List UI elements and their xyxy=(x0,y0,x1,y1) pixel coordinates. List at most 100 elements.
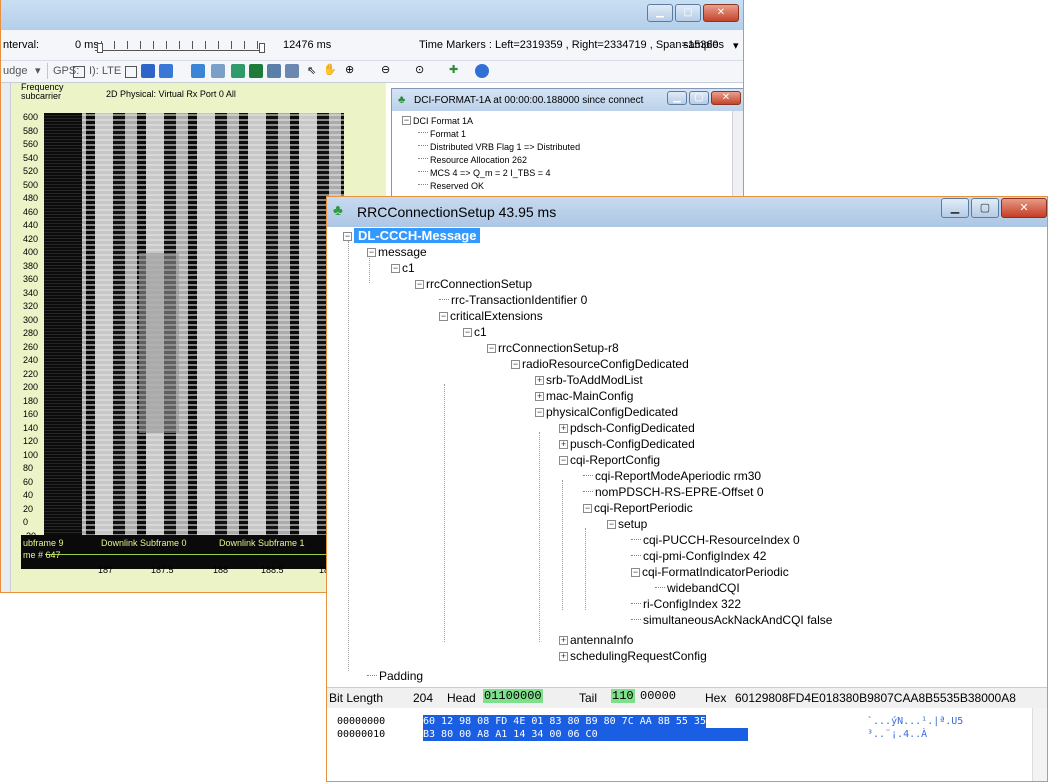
maximize-button[interactable]: ▢ xyxy=(971,198,999,218)
map-icon[interactable] xyxy=(249,64,263,78)
tree-root[interactable]: − DL-CCCH-Message xyxy=(343,228,481,244)
tree-node-message[interactable]: − message xyxy=(367,244,427,260)
scatter-icon[interactable] xyxy=(211,64,225,78)
marker-icon[interactable]: ✚ xyxy=(449,63,458,76)
hex-row[interactable]: 00000000 xyxy=(337,715,385,728)
tree-leaf-wideband[interactable]: widebandCQI xyxy=(655,580,740,596)
interval-slider-left-thumb[interactable] xyxy=(97,43,103,53)
interval-slider[interactable] xyxy=(95,50,263,51)
lte-checkbox[interactable] xyxy=(125,66,137,78)
pan-icon[interactable]: ✋ xyxy=(323,63,337,76)
tree-node-format-indicator[interactable]: − cqi-FormatIndicatorPeriodic xyxy=(631,564,789,580)
tree-leaf-transaction-id[interactable]: rrc-TransactionIdentifier 0 xyxy=(439,292,587,308)
collapse-icon[interactable]: − xyxy=(367,248,376,257)
maximize-button[interactable]: ▢ xyxy=(675,4,701,22)
dci-window[interactable]: ♣ DCI-FORMAT-1A at 00:00:00.188000 since… xyxy=(391,88,743,208)
tree-node-pdsch[interactable]: + pdsch-ConfigDedicated xyxy=(559,420,695,436)
dci-scrollbar[interactable] xyxy=(732,111,743,207)
tree-leaf-cqi-aperiodic[interactable]: cqi-ReportModeAperiodic rm30 xyxy=(583,468,761,484)
list-item[interactable]: Resource Allocation 262 xyxy=(418,155,527,165)
tree-node-cqi-periodic[interactable]: − cqi-ReportPeriodic xyxy=(583,500,693,516)
close-button[interactable]: ✕ xyxy=(1001,198,1047,218)
list-item[interactable]: Reserved OK xyxy=(418,181,484,191)
tree-node-rrcconnectionsetup[interactable]: − rrcConnectionSetup xyxy=(415,276,532,292)
collapse-icon[interactable]: − xyxy=(463,328,472,337)
spectrum-icon[interactable] xyxy=(231,64,245,78)
hex-bytes[interactable]: B3 80 00 A8 A1 14 34 00 06 C0 xyxy=(423,728,748,741)
expand-icon[interactable]: + xyxy=(559,424,568,433)
y-tick-label: 300 xyxy=(23,314,39,325)
layout-tiles-icon[interactable] xyxy=(285,64,299,78)
collapse-icon[interactable]: − xyxy=(607,520,616,529)
expand-icon[interactable]: + xyxy=(535,392,544,401)
nudge-label[interactable]: udge xyxy=(3,65,27,77)
help-icon[interactable] xyxy=(475,64,489,78)
bar-chart-icon[interactable] xyxy=(191,64,205,78)
tree-leaf-simultaneous[interactable]: simultaneousAckNackAndCQI false xyxy=(631,612,832,628)
expand-icon[interactable]: + xyxy=(559,652,568,661)
pointer-icon[interactable]: ⇖ xyxy=(307,64,316,77)
hex-ascii[interactable]: `...ýN...¹.|ª.U5 xyxy=(867,715,963,728)
tree-leaf-pucch-index[interactable]: cqi-PUCCH-ResourceIndex 0 xyxy=(631,532,800,548)
subframe-label-0: Downlink Subframe 0 xyxy=(101,538,187,548)
tree-node[interactable]: − DCI Format 1A xyxy=(402,116,473,126)
rrc-window[interactable]: ♣ RRCConnectionSetup 43.95 ms ▁ ▢ ✕ − DL-… xyxy=(326,196,1048,782)
tree-node-c1[interactable]: − c1 xyxy=(391,260,415,276)
tree-node-pusch[interactable]: + pusch-ConfigDedicated xyxy=(559,436,695,452)
list-item[interactable]: MCS 4 => Q_m = 2 I_TBS = 4 xyxy=(418,168,551,178)
tree-node-rrcconnectionsetup-r8[interactable]: − rrcConnectionSetup-r8 xyxy=(487,340,619,356)
close-button[interactable]: ✕ xyxy=(711,91,741,105)
close-button[interactable]: ✕ xyxy=(703,4,739,22)
tree-leaf-nompdsch[interactable]: nomPDSCH-RS-EPRE-Offset 0 xyxy=(583,484,764,500)
zoom-reset-icon[interactable]: ⊙ xyxy=(415,63,424,76)
collapse-icon[interactable]: − xyxy=(511,360,520,369)
minimize-button[interactable]: ▁ xyxy=(667,91,687,105)
maximize-button[interactable]: ▢ xyxy=(689,91,709,105)
interval-slider-right-thumb[interactable] xyxy=(259,43,265,53)
tree-node-criticalextensions[interactable]: − criticalExtensions xyxy=(439,308,543,324)
hex-bytes[interactable]: 60 12 98 08 FD 4E 01 83 80 B9 80 7C AA 8… xyxy=(423,715,706,728)
expand-icon[interactable]: + xyxy=(559,440,568,449)
expand-icon[interactable]: + xyxy=(559,636,568,645)
collapse-icon[interactable]: − xyxy=(415,280,424,289)
collapse-icon[interactable]: − xyxy=(391,264,400,273)
hex-scrollbar[interactable] xyxy=(1032,708,1047,781)
tree-leaf-ri-index[interactable]: ri-ConfigIndex 322 xyxy=(631,596,741,612)
tree-leaf-pmi-index[interactable]: cqi-pmi-ConfigIndex 42 xyxy=(631,548,766,564)
list-item[interactable]: Distributed VRB Flag 1 => Distributed xyxy=(418,142,580,152)
tree-connector xyxy=(418,132,428,133)
tree-node-schedulingrequest[interactable]: + schedulingRequestConfig xyxy=(559,648,707,664)
collapse-icon[interactable]: − xyxy=(402,116,411,125)
chevron-down-icon[interactable]: ▾ xyxy=(733,39,739,52)
hex-row[interactable]: 00000010 xyxy=(337,728,385,741)
chevron-down-icon[interactable]: ▾ xyxy=(35,64,41,77)
tree-node-setup[interactable]: − setup xyxy=(607,516,647,532)
tree-node-cqi-reportconfig[interactable]: − cqi-ReportConfig xyxy=(559,452,660,468)
tree-node-c1-inner[interactable]: − c1 xyxy=(463,324,487,340)
collapse-icon[interactable]: − xyxy=(583,504,592,513)
list-item[interactable]: Format 1 xyxy=(418,129,466,139)
tree-node-mac[interactable]: + mac-MainConfig xyxy=(535,388,633,404)
layout-single-icon[interactable] xyxy=(141,64,155,78)
zoom-out-icon[interactable]: ⊖ xyxy=(381,63,390,76)
zoom-in-icon[interactable]: ⊕ xyxy=(345,63,354,76)
tree-node-antennainfo[interactable]: + antennaInfo xyxy=(559,632,633,648)
minimize-button[interactable]: ▁ xyxy=(647,4,673,22)
expand-icon[interactable]: + xyxy=(535,376,544,385)
tree-node-physicalconfig[interactable]: − physicalConfigDedicated xyxy=(535,404,678,420)
collapse-icon[interactable]: − xyxy=(439,312,448,321)
collapse-icon[interactable]: − xyxy=(487,344,496,353)
tree-leaf-padding[interactable]: Padding xyxy=(367,668,423,684)
minimize-button[interactable]: ▁ xyxy=(941,198,969,218)
tree-node-radioresourceconfig[interactable]: − radioResourceConfigDedicated xyxy=(511,356,689,372)
gps-checkbox[interactable] xyxy=(73,66,85,78)
table-icon[interactable] xyxy=(267,64,281,78)
hex-ascii[interactable]: ³..¨¡.4..À xyxy=(867,728,927,741)
collapse-icon[interactable]: − xyxy=(343,232,352,241)
tree-node-srb[interactable]: + srb-ToAddModList xyxy=(535,372,643,388)
collapse-icon[interactable]: − xyxy=(559,456,568,465)
layout-grid-icon[interactable] xyxy=(159,64,173,78)
samples-dropdown[interactable]: samples xyxy=(683,39,724,51)
collapse-icon[interactable]: − xyxy=(631,568,640,577)
collapse-icon[interactable]: − xyxy=(535,408,544,417)
